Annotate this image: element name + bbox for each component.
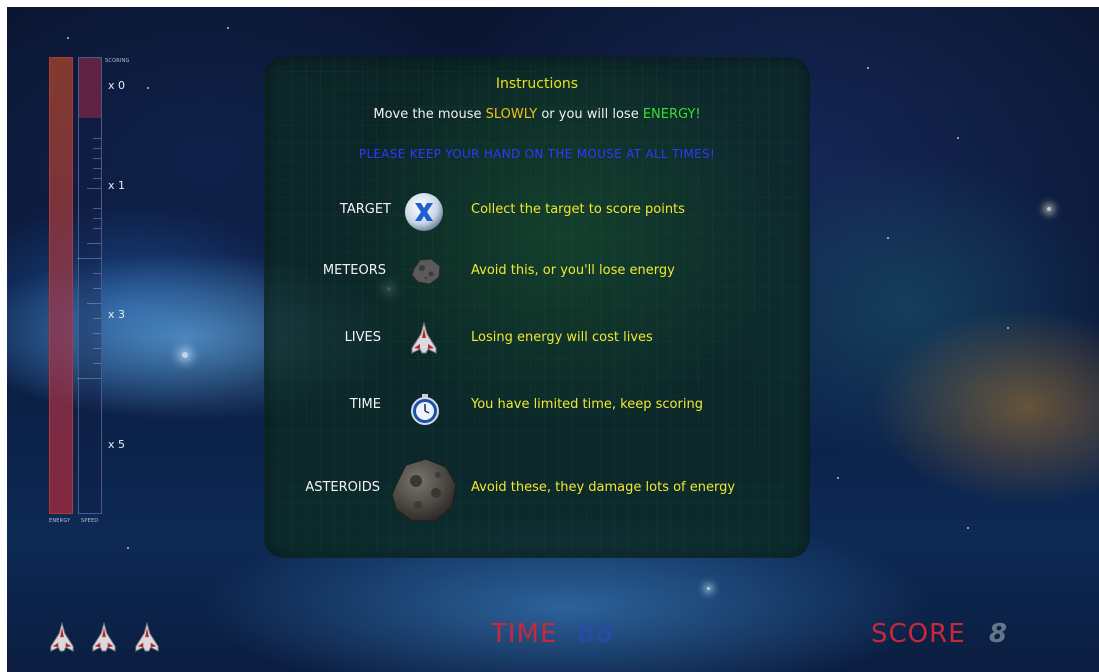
star bbox=[957, 137, 959, 139]
row-desc-lives: Losing energy will cost lives bbox=[471, 330, 653, 345]
slowly-highlight: SLOWLY bbox=[485, 107, 538, 122]
scoring-caption: SCORING bbox=[105, 58, 130, 64]
instructions-panel: Instructions Move the mouse SLOWLY or yo… bbox=[264, 57, 810, 558]
asteroid-icon bbox=[388, 455, 460, 529]
star bbox=[182, 352, 188, 358]
instructions-title: Instructions bbox=[495, 76, 579, 92]
row-label-time: TIME bbox=[349, 397, 381, 412]
row-desc-meteors: Avoid this, or you'll lose energy bbox=[471, 263, 675, 278]
life-ship-icon bbox=[49, 621, 75, 658]
row-desc-asteroids: Avoid these, they damage lots of energy bbox=[471, 480, 736, 495]
stopwatch-icon bbox=[410, 393, 440, 429]
star bbox=[707, 587, 710, 590]
energy-gauge bbox=[49, 57, 73, 514]
speed-gauge-fill bbox=[79, 58, 101, 118]
instructions-line: Move the mouse SLOWLY or you will lose E… bbox=[264, 107, 810, 122]
energy-highlight: ENERGY! bbox=[642, 107, 701, 122]
row-label-target: TARGET bbox=[339, 202, 391, 217]
star bbox=[147, 87, 149, 89]
row-label-asteroids: ASTEROIDS bbox=[305, 480, 380, 495]
multiplier-label: x 0 bbox=[108, 79, 126, 92]
score-value: 8 bbox=[989, 619, 1008, 649]
star bbox=[227, 27, 229, 29]
multiplier-label: x 1 bbox=[108, 179, 126, 192]
row-label-meteors: METEORS bbox=[322, 263, 386, 278]
star bbox=[127, 547, 129, 549]
speed-gauge bbox=[77, 57, 102, 514]
star bbox=[1007, 327, 1009, 329]
time-value: 88 bbox=[578, 619, 615, 649]
star bbox=[867, 67, 869, 69]
game-canvas[interactable]: SCORING ENERGY SPEED x 0 x 1 x 3 x 5 Ins… bbox=[7, 7, 1099, 672]
speed-caption: SPEED bbox=[81, 518, 99, 524]
instructions-text: Move the mouse bbox=[373, 107, 486, 122]
meteor-icon bbox=[409, 255, 443, 291]
multiplier-label: x 5 bbox=[108, 438, 126, 451]
star bbox=[967, 527, 969, 529]
row-desc-time: You have limited time, keep scoring bbox=[471, 397, 703, 412]
row-desc-target: Collect the target to score points bbox=[471, 202, 685, 217]
star bbox=[837, 477, 839, 479]
multiplier-label: x 3 bbox=[108, 308, 126, 321]
score-label: SCORE bbox=[871, 619, 966, 649]
spaceship-icon bbox=[410, 321, 438, 360]
star bbox=[1047, 207, 1051, 211]
target-x-icon bbox=[404, 192, 444, 236]
energy-caption: ENERGY bbox=[49, 518, 71, 524]
star bbox=[887, 237, 889, 239]
instructions-text: or you will lose bbox=[537, 107, 643, 122]
time-label: TIME bbox=[491, 619, 558, 649]
life-ship-icon bbox=[91, 621, 117, 658]
warning-text: PLEASE KEEP YOUR HAND ON THE MOUSE AT AL… bbox=[358, 147, 716, 161]
star bbox=[67, 37, 69, 39]
row-label-lives: LIVES bbox=[344, 330, 381, 345]
life-ship-icon bbox=[134, 621, 160, 658]
